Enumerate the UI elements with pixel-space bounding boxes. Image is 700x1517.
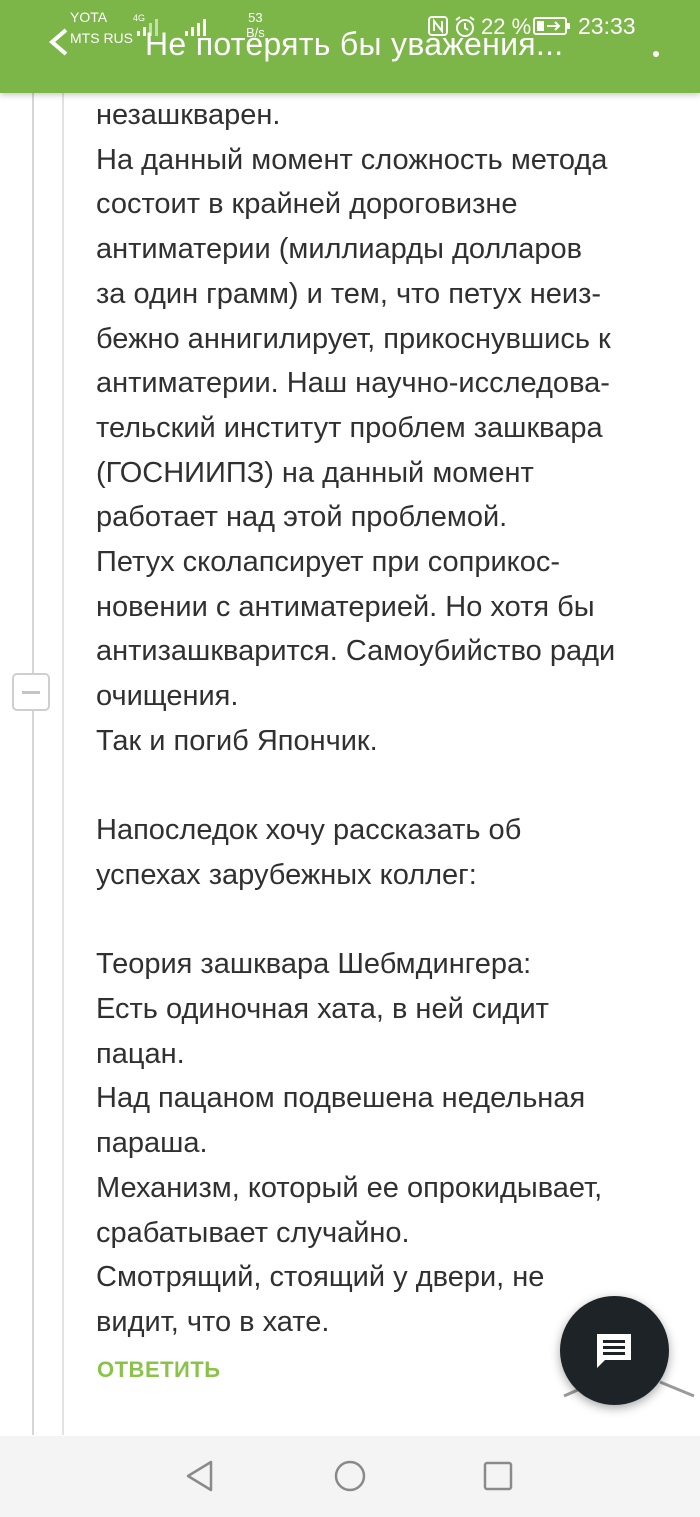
comment-line: Есть одиночная хата, в ней сидит <box>96 993 549 1026</box>
comment-line: состоит в крайней дороговизне <box>96 188 518 221</box>
nav-back-icon[interactable] <box>180 1456 220 1496</box>
alarm-icon <box>455 16 475 37</box>
comment-line: антиматерии. Наш научно-исследова- <box>96 367 610 400</box>
collapse-thread-button[interactable] <box>12 673 50 711</box>
comment-line: Напоследок хочу рассказать об <box>96 814 522 847</box>
comment-line: пацан. <box>96 1037 185 1070</box>
nav-home-icon[interactable] <box>330 1456 370 1496</box>
network-speed: 53 B/s <box>246 10 265 40</box>
comment-line: Механизм, который ее опрокидывает, <box>96 1171 603 1204</box>
comment-line: На данный момент сложность метода <box>96 143 608 176</box>
signal-icon-2 <box>185 19 206 36</box>
battery-percent: 22 % <box>481 14 532 39</box>
comment-line: работает над этой проблемой. <box>96 501 508 534</box>
battery-icon <box>533 17 570 35</box>
comment-line: Теория зашквара Шебмдингера: <box>96 948 532 981</box>
comment-fab-button[interactable] <box>560 1296 669 1405</box>
comment-line: тельский институт проблем зашквара <box>96 411 603 444</box>
comment-body: незашкварен. На данный момент сложность м… <box>96 93 676 1345</box>
comment-line: за один грамм) и тем, что петух неиз- <box>96 277 602 310</box>
comment-line: Над пацаном подвешена недельная <box>96 1082 586 1115</box>
carrier-2: MTS RUS <box>70 30 133 46</box>
comment-icon <box>597 1334 631 1368</box>
comment-line: успехах зарубежных коллег: <box>96 858 477 891</box>
comment-line: Так и погиб Япончик. <box>96 724 378 757</box>
app-header: Не потерять бы уважения... YOTA MTS RUS … <box>0 0 700 93</box>
network-type: 4G <box>133 13 145 23</box>
status-bar: YOTA MTS RUS 4G 53 B/s 22 % 23:33 <box>0 0 700 50</box>
signal-icon: 4G <box>133 13 158 36</box>
reply-button[interactable]: ОТВЕТИТЬ <box>97 1357 221 1383</box>
comment-line: антизашкварится. Самоубийство ради <box>96 635 616 668</box>
speed-value: 53 <box>248 10 263 25</box>
comment-line: Смотрящий, стоящий у двери, не <box>96 1261 545 1294</box>
comment-line: антиматерии (миллиарды долларов <box>96 233 583 266</box>
comment-line: параша. <box>96 1127 208 1160</box>
comment-line: (ГОСНИИПЗ) на данный момент <box>96 456 534 489</box>
comment-line: Петух сколапсирует при соприкос- <box>96 546 560 579</box>
thread-line-nested <box>62 93 64 1435</box>
system-nav-bar <box>0 1436 700 1517</box>
comment-line: срабатывает случайно. <box>96 1216 410 1249</box>
comment-line: очищения. <box>96 680 239 713</box>
comment-line: бежно аннигилирует, прикоснувшись к <box>96 322 611 355</box>
carrier-1: YOTA <box>70 9 108 25</box>
thread-line <box>32 93 34 1435</box>
speed-unit: B/s <box>246 25 265 40</box>
nav-recent-icon[interactable] <box>478 1456 518 1496</box>
clock: 23:33 <box>578 13 636 39</box>
comment-line: новении с антиматерией. Но хотя бы <box>96 590 595 623</box>
minus-icon <box>22 691 40 694</box>
nfc-icon <box>428 16 448 36</box>
comment-line: незашкварен. <box>96 99 281 131</box>
